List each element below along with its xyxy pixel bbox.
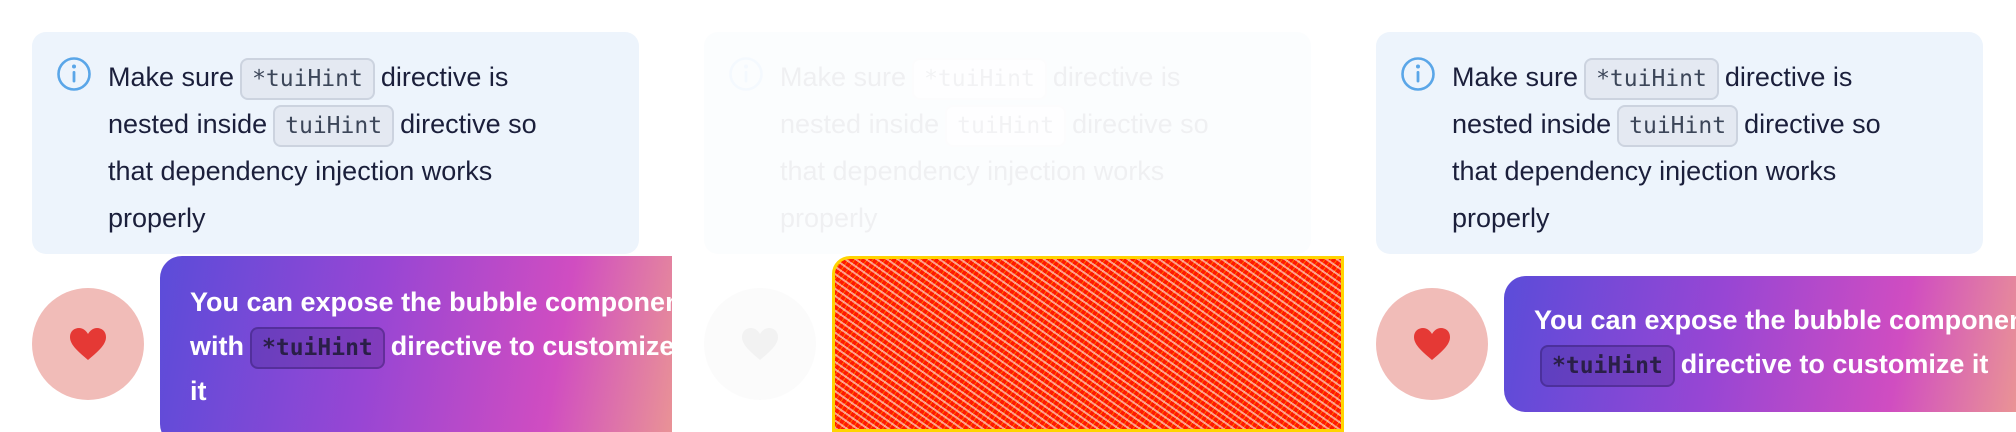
info-icon bbox=[729, 57, 763, 91]
panel-faded: Make sure *tuiHint directive is nested ins… bbox=[672, 0, 1344, 432]
notice-line2-after: directive so bbox=[1744, 109, 1881, 139]
notice-line1-before: Make sure bbox=[780, 62, 907, 92]
bubble-after-code: directive to customize it bbox=[1680, 349, 1989, 379]
avatar bbox=[704, 288, 816, 400]
notice-line4: properly bbox=[1452, 203, 1550, 233]
heart-icon bbox=[70, 328, 106, 360]
glitch-bubble bbox=[832, 256, 1344, 432]
bubble-line2: with *tuiHint directive to customize bbox=[190, 324, 672, 369]
bubble-text: You can expose the bubble component with… bbox=[1534, 298, 2016, 387]
notice-line3: that dependency injection works bbox=[780, 156, 1165, 186]
notice-line4: properly bbox=[780, 203, 878, 233]
code-snippet: tuiHint bbox=[1617, 104, 1739, 147]
bubble-with: with bbox=[190, 331, 244, 361]
notice-line4: properly bbox=[108, 203, 206, 233]
code-snippet: tuiHint bbox=[945, 104, 1067, 147]
notice-line1-before: Make sure bbox=[108, 62, 235, 92]
notice-line1-after: directive is bbox=[1052, 62, 1181, 92]
code-snippet: *tuiHint bbox=[240, 57, 375, 100]
notification: Make sure *tuiHint directive is nested ins… bbox=[1376, 32, 1983, 254]
notice-line2-after: directive so bbox=[1072, 109, 1209, 139]
notice-line2-after: directive so bbox=[400, 109, 537, 139]
info-icon bbox=[57, 57, 91, 91]
bubble-line1: You can expose the bubble component with bbox=[1534, 305, 2016, 335]
notice-line2-before: nested inside bbox=[780, 109, 940, 139]
notification-text: Make sure *tuiHint directive is nested ins… bbox=[108, 54, 615, 242]
notification-text: Make sure *tuiHint directive is nested ins… bbox=[780, 54, 1287, 242]
bubble-line2: *tuiHint directive to customize it bbox=[1534, 342, 2016, 387]
bubble-text: You can expose the bubble component with… bbox=[190, 280, 672, 413]
notice-line2-before: nested inside bbox=[1452, 109, 1612, 139]
notice-line1-before: Make sure bbox=[1452, 62, 1579, 92]
bubble-line3: it bbox=[190, 375, 207, 406]
code-snippet: tuiHint bbox=[273, 104, 395, 147]
avatar bbox=[32, 288, 144, 400]
notification: Make sure *tuiHint directive is nested ins… bbox=[32, 32, 639, 254]
notice-line3: that dependency injection works bbox=[1452, 156, 1837, 186]
notification: Make sure *tuiHint directive is nested ins… bbox=[704, 32, 1311, 254]
notice-line2-before: nested inside bbox=[108, 109, 268, 139]
avatar bbox=[1376, 288, 1488, 400]
code-snippet: *tuiHint bbox=[1584, 57, 1719, 100]
notice-line1-after: directive is bbox=[1724, 62, 1853, 92]
code-snippet: *tuiHint bbox=[912, 57, 1047, 100]
notification-text: Make sure *tuiHint directive is nested ins… bbox=[1452, 54, 1959, 242]
heart-icon bbox=[742, 328, 778, 360]
code-snippet: *tuiHint bbox=[250, 326, 385, 369]
bubble-line1: You can expose the bubble component bbox=[190, 287, 672, 317]
notice-line3: that dependency injection works bbox=[108, 156, 493, 186]
info-icon bbox=[1401, 57, 1435, 91]
panel-normal-2: Make sure *tuiHint directive is nested ins… bbox=[1344, 0, 2016, 432]
panel-normal: Make sure *tuiHint directive is nested ins… bbox=[0, 0, 672, 432]
bubble-after-code: directive to customize bbox=[390, 331, 672, 361]
notice-line1-after: directive is bbox=[380, 62, 509, 92]
hint-bubble: You can expose the bubble component with… bbox=[1504, 276, 2016, 412]
code-snippet: *tuiHint bbox=[1540, 344, 1675, 387]
hint-bubble: You can expose the bubble component with… bbox=[160, 256, 672, 432]
heart-icon bbox=[1414, 328, 1450, 360]
